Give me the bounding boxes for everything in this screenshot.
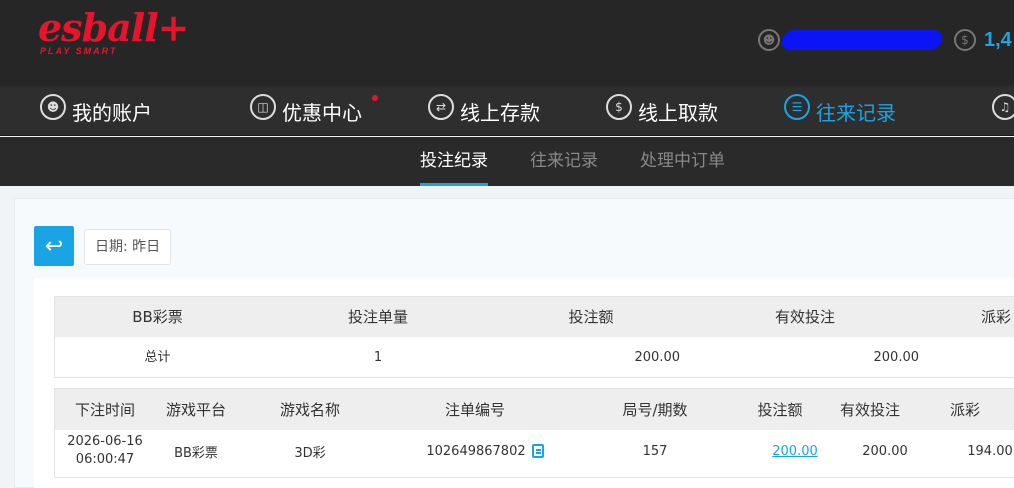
valid-bet-cell: 200.00 xyxy=(862,443,908,459)
withdraw-icon: $ xyxy=(606,94,632,120)
top-header: esball+ PLAY SMART ☻ $ 1,4 xyxy=(0,0,1014,86)
bet-amount-link[interactable]: 200.00 xyxy=(772,444,818,459)
summary-header-cell: 有效投注 xyxy=(774,308,835,326)
record-icon: ☰ xyxy=(784,94,810,120)
date-filter[interactable]: 日期: 昨日 xyxy=(84,229,171,265)
summary-cell: 200.00 xyxy=(634,350,681,365)
bell-icon: ♫ xyxy=(992,94,1014,120)
detail-header-row: 下注时间 游戏平台 游戏名称 注单编号 局号/期数 投注额 有效投注 派彩 xyxy=(55,389,1014,430)
user-area: ☻ $ 1,4 xyxy=(758,26,1012,54)
gift-icon: ◫ xyxy=(250,94,276,120)
detail-header-cell: 有效投注 xyxy=(839,401,900,419)
dollar-icon: $ xyxy=(954,29,976,51)
game-cell: 3D彩 xyxy=(294,445,326,461)
logo-text: esball+ xyxy=(38,5,189,50)
payout-cell: 194.00 xyxy=(967,443,1013,459)
order-number: 102649867802 xyxy=(426,443,526,459)
bet-date: 2026-06-16 xyxy=(67,434,143,449)
detail-header-cell: 投注额 xyxy=(757,401,803,419)
nav-my-account[interactable]: ☻ 我的账户 xyxy=(40,86,152,135)
detail-header-cell: 游戏平台 xyxy=(165,401,226,419)
back-arrow-icon: ↩ xyxy=(44,233,64,259)
summary-header-cell: 派彩 xyxy=(981,308,1012,326)
summary-header-row: BB彩票 投注单量 投注额 有效投注 派彩 xyxy=(55,297,1014,337)
summary-cell: 1 xyxy=(373,350,383,365)
notification-dot xyxy=(372,95,378,101)
balance-amount: 1,4 xyxy=(984,28,1012,51)
nav-deposit[interactable]: ⇄ 线上存款 xyxy=(428,86,540,135)
nav-withdraw[interactable]: $ 线上取款 xyxy=(606,86,718,135)
tab-bet-records[interactable]: 投注纪录 xyxy=(420,137,488,186)
nav-records[interactable]: ☰ 往来记录 xyxy=(784,86,896,135)
nav-label: 线上存款 xyxy=(460,100,540,125)
nav-label: 我的账户 xyxy=(72,100,152,125)
detail-header-cell: 注单编号 xyxy=(444,401,505,419)
detail-header-cell: 游戏名称 xyxy=(279,401,340,419)
summary-table: BB彩票 投注单量 投注额 有效投注 派彩 总计 1 200.00 200.00 xyxy=(54,296,1014,378)
user-icon[interactable]: ☻ xyxy=(758,29,780,51)
sub-nav: 投注纪录 往来记录 处理中订单 xyxy=(0,137,1014,186)
bet-detail-table: 下注时间 游戏平台 游戏名称 注单编号 局号/期数 投注额 有效投注 派彩 20… xyxy=(54,388,1014,478)
summary-header-cell: 投注额 xyxy=(568,308,614,326)
detail-header-cell: 局号/期数 xyxy=(622,401,688,419)
bet-time: 06:00:47 xyxy=(75,452,135,467)
nav-notifications[interactable]: ♫ xyxy=(992,86,1014,135)
detail-header-cell: 下注时间 xyxy=(74,401,135,419)
deposit-icon: ⇄ xyxy=(428,94,454,120)
order-no-cell: 102649867802 xyxy=(415,431,555,471)
user-icon: ☻ xyxy=(40,94,66,120)
main-nav: ☻ 我的账户 ◫ 优惠中心 ⇄ 线上存款 $ 线上取款 ☰ 往来记录 ♫ xyxy=(0,86,1014,136)
bet-amount-cell: 200.00 xyxy=(760,431,830,471)
tab-pending-orders[interactable]: 处理中订单 xyxy=(640,137,725,186)
round-cell: 157 xyxy=(642,443,668,459)
platform-cell: BB彩票 xyxy=(174,445,218,461)
nav-label: 往来记录 xyxy=(816,100,896,125)
summary-cell: 200.00 xyxy=(873,350,920,365)
nav-label: 优惠中心 xyxy=(282,100,362,125)
brand-logo[interactable]: esball+ PLAY SMART xyxy=(38,5,189,57)
summary-cell: 总计 xyxy=(144,350,171,365)
nav-promotions[interactable]: ◫ 优惠中心 xyxy=(250,86,378,135)
tab-transactions[interactable]: 往来记录 xyxy=(530,137,598,186)
nav-label: 线上取款 xyxy=(638,100,718,125)
summary-header-cell: BB彩票 xyxy=(132,308,183,326)
summary-header-cell: 投注单量 xyxy=(347,308,408,326)
copy-icon[interactable] xyxy=(531,444,544,458)
redacted-username xyxy=(779,30,945,50)
back-button[interactable]: ↩ xyxy=(34,226,74,266)
detail-header-cell: 派彩 xyxy=(949,401,980,419)
bet-time-cell: 2026-06-16 06:00:47 xyxy=(55,431,155,471)
